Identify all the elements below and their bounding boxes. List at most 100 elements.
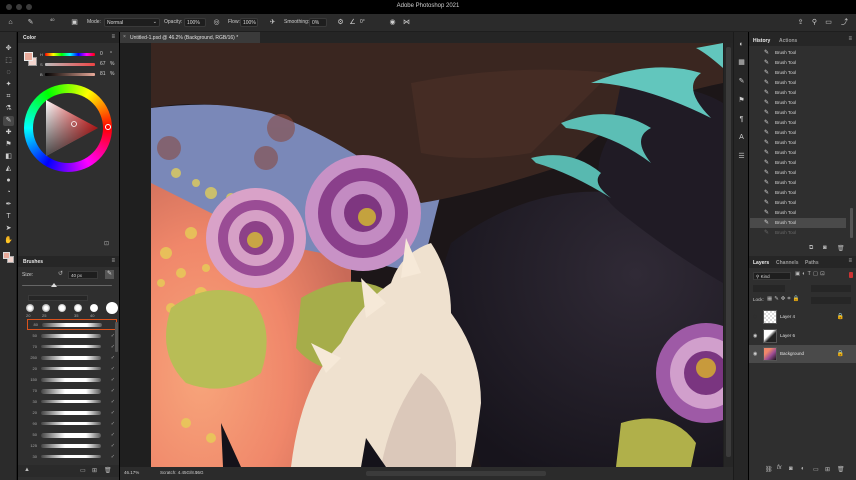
brush-preview-toggle-icon[interactable]: ▲ — [24, 467, 30, 473]
brush-item[interactable]: 30 ✓ — [27, 397, 117, 408]
preset-brush-5[interactable] — [90, 304, 98, 312]
brush-size-slider[interactable] — [22, 285, 112, 286]
brush-item[interactable]: 70 ✓ — [27, 386, 117, 397]
brushes-menu-icon[interactable]: ≡ — [111, 258, 115, 264]
document-tab[interactable]: × Untitled-1.psd @ 46.2% (Background, RG… — [120, 32, 260, 43]
dodge-tool-icon[interactable]: ◔ — [3, 188, 14, 198]
clone-source-panel-icon[interactable]: ⚑ — [737, 96, 746, 105]
type-tool-icon[interactable]: T — [3, 212, 14, 222]
preset-brush-1[interactable] — [26, 304, 34, 312]
history-item[interactable]: ✎ Brush Tool — [750, 58, 846, 68]
hue-value[interactable]: 0 — [100, 51, 103, 57]
layer-name[interactable]: Layer 6 — [780, 333, 795, 338]
history-item[interactable]: ✎ Brush Tool — [750, 88, 846, 98]
channels-tab[interactable]: Channels — [776, 260, 799, 266]
saturation-slider[interactable] — [45, 63, 95, 66]
trash-icon[interactable]: 🗑 — [837, 245, 845, 252]
paragraph-panel-icon[interactable]: ¶ — [737, 115, 746, 124]
preset-brush-3[interactable] — [58, 304, 66, 312]
history-item[interactable]: ✎ Brush Tool — [750, 108, 846, 118]
layer-style-icon[interactable]: fx — [777, 465, 782, 471]
size-field[interactable]: 40 px — [68, 271, 98, 279]
history-item[interactable]: ✎ Brush Tool — [750, 148, 846, 158]
paths-tab[interactable]: Paths — [805, 260, 819, 266]
brush-item[interactable]: 80 — [27, 319, 117, 330]
status-expand-icon[interactable]: › — [196, 470, 198, 476]
brush-new-icon[interactable]: ✎ — [105, 270, 114, 279]
reset-size-icon[interactable]: ↺ — [58, 270, 63, 277]
angle-value[interactable]: 0° — [360, 19, 365, 25]
brush-item[interactable]: 250 ✓ — [27, 353, 117, 364]
pressure-opacity-icon[interactable]: ◎ — [212, 18, 221, 27]
properties-panel-icon[interactable]: ☰ — [737, 152, 746, 161]
layer-row[interactable]: ◉ Layer 6 — [749, 327, 856, 345]
actions-tab[interactable]: Actions — [779, 38, 797, 44]
trash-icon[interactable]: 🗑 — [837, 466, 845, 473]
layer-row-selected[interactable]: ◉ Background 🔒 — [749, 345, 856, 363]
blur-tool-icon[interactable]: ● — [3, 176, 14, 186]
eyedropper-tool-icon[interactable]: ⚗ — [3, 104, 14, 114]
layer-name[interactable]: Layer 4 — [780, 314, 795, 319]
history-tab[interactable]: History — [753, 38, 770, 44]
folder-icon[interactable]: ▭ — [80, 467, 86, 474]
foreground-color-swatch[interactable] — [3, 252, 10, 259]
flow-field[interactable]: 100% — [240, 18, 258, 27]
marquee-tool-icon[interactable]: ⬚ — [3, 56, 14, 66]
zoom-level[interactable]: 46.17% — [124, 470, 139, 475]
brightness-slider[interactable] — [45, 73, 95, 76]
brush-item[interactable]: 125 ✓ — [27, 441, 117, 452]
brush-item[interactable]: 150 ✓ — [27, 375, 117, 386]
new-brush-icon[interactable]: ⊞ — [92, 467, 97, 474]
history-item[interactable]: ✎ Brush Tool — [750, 208, 846, 218]
history-item[interactable]: ✎ Brush Tool — [750, 138, 846, 148]
brushes-panel-tab[interactable]: Brushes — [23, 259, 43, 265]
history-item[interactable]: ✎ Brush Tool — [750, 118, 846, 128]
layer-mask-icon[interactable]: ◙ — [789, 466, 793, 472]
layer-filter-icons[interactable]: ▣◐T▢⊡ — [795, 271, 827, 277]
history-item[interactable]: ✎ Brush Tool — [750, 178, 846, 188]
crop-tool-icon[interactable]: ⌗ — [3, 92, 14, 102]
canvas-vertical-scrollbar[interactable] — [724, 43, 733, 467]
visibility-eye-icon[interactable]: ◉ — [753, 314, 757, 320]
brush-item[interactable]: 20 ✓ — [27, 408, 117, 419]
healing-tool-icon[interactable]: ✚ — [3, 128, 14, 138]
history-item[interactable]: ✎ Brush Tool — [750, 168, 846, 178]
character-panel-icon[interactable]: A — [737, 133, 746, 142]
layer-name[interactable]: Background — [780, 351, 804, 356]
history-item-undone[interactable]: ✎ Brush Tool — [750, 228, 846, 238]
camera-icon[interactable]: ◙ — [823, 245, 827, 251]
clone-stamp-tool-icon[interactable]: ⚑ — [3, 140, 14, 150]
search-icon[interactable]: ⚲ — [810, 18, 819, 27]
hand-tool-icon[interactable]: ✋ — [3, 236, 14, 246]
history-item[interactable]: ✎ Brush Tool — [750, 188, 846, 198]
preset-brush-6[interactable] — [106, 302, 118, 314]
brush-settings-icon[interactable]: ▣ — [70, 18, 79, 27]
hue-ring-handle[interactable] — [105, 124, 111, 130]
layer-filter-select[interactable]: ⚲ Kind — [753, 272, 791, 280]
smoothing-field[interactable]: 0% — [309, 18, 327, 27]
document-canvas[interactable] — [151, 43, 723, 467]
brush-search-input[interactable] — [28, 295, 88, 301]
color-panel-foreground-swatch[interactable] — [24, 52, 33, 61]
history-item[interactable]: ✎ Brush Tool — [750, 68, 846, 78]
share-icon[interactable]: ⇪ — [796, 18, 805, 27]
preset-brush-2[interactable] — [42, 304, 50, 312]
layer-fill-field[interactable] — [811, 297, 851, 304]
history-item[interactable]: ✎ Brush Tool — [750, 158, 846, 168]
adjustments-panel-icon[interactable]: ▦ — [737, 58, 746, 67]
visibility-eye-icon[interactable]: ◉ — [753, 333, 757, 339]
airbrush-icon[interactable]: ✈ — [268, 18, 277, 27]
layers-menu-icon[interactable]: ≡ — [848, 258, 852, 264]
history-item[interactable]: ✎ Brush Tool — [750, 98, 846, 108]
folder-icon[interactable]: ▭ — [813, 466, 819, 473]
home-icon[interactable]: ⌂ — [6, 18, 15, 27]
pressure-size-icon[interactable]: ◉ — [388, 18, 397, 27]
history-item-current[interactable]: ✎ Brush Tool — [750, 218, 846, 228]
blend-mode-select[interactable] — [753, 285, 785, 292]
brightness-value[interactable]: 81 — [100, 71, 106, 77]
gear-icon[interactable]: ⚙ — [336, 18, 345, 27]
lasso-tool-icon[interactable]: ◌ — [3, 68, 14, 78]
lock-icon[interactable]: 🔒 — [837, 350, 844, 357]
visibility-eye-icon[interactable]: ◉ — [753, 351, 757, 357]
canvas-horizontal-scrollbar[interactable] — [366, 471, 546, 476]
